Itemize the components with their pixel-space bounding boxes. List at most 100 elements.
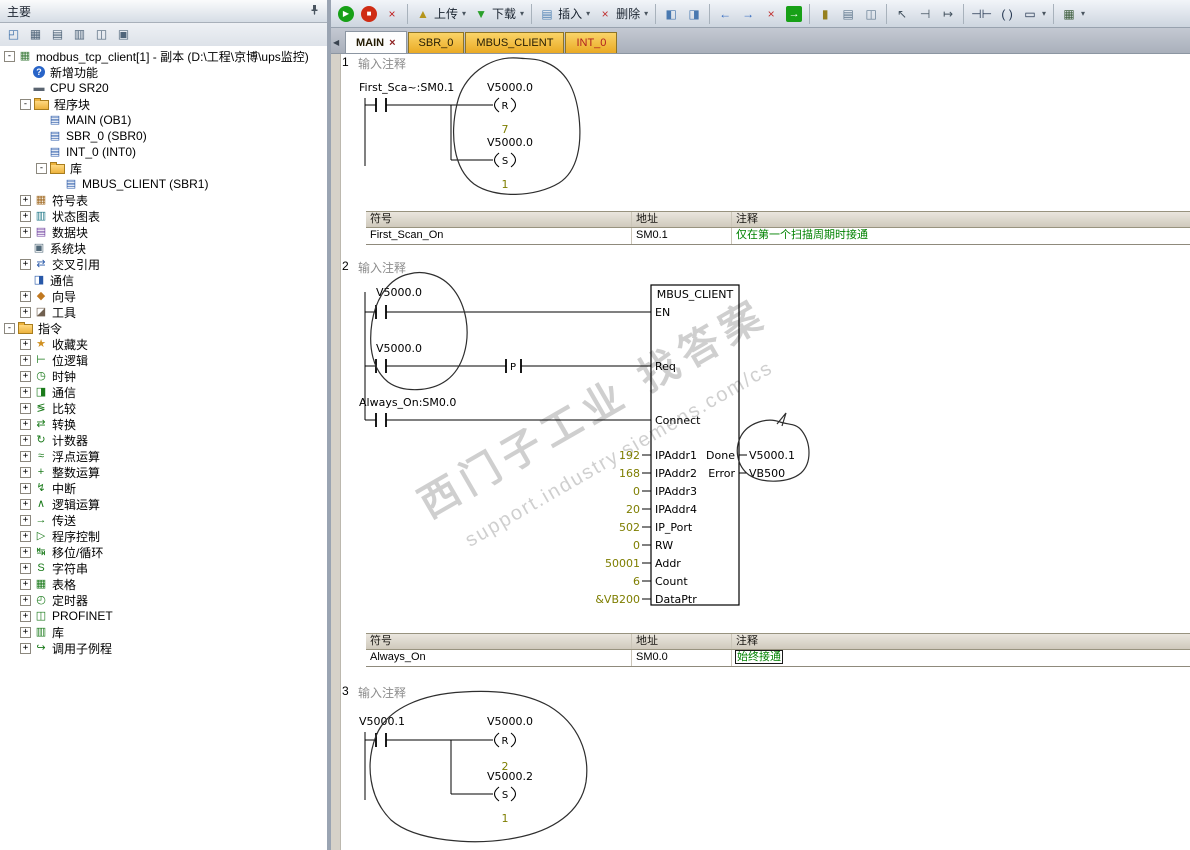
tree-item[interactable]: ? 新增功能 (0, 64, 327, 80)
expand-icon[interactable]: + (20, 610, 31, 622)
tree-item[interactable]: + ≶ 比较 (0, 400, 327, 416)
view-output-icon[interactable]: ▣ (115, 26, 132, 43)
view-chart-icon[interactable]: ◫ (93, 26, 110, 43)
symbol-cell[interactable]: First_Scan_On (366, 228, 632, 244)
param-value[interactable]: 0 (633, 485, 640, 498)
expand-icon[interactable]: + (20, 210, 31, 222)
output-operand[interactable]: V5000.1 (749, 449, 795, 462)
collapse-icon[interactable]: - (4, 322, 15, 334)
expand-icon[interactable]: + (20, 482, 31, 494)
tab-main[interactable]: MAIN × (345, 31, 407, 53)
expand-icon[interactable]: + (20, 226, 31, 238)
tree-item[interactable]: + ↯ 中断 (0, 480, 327, 496)
tree-item[interactable]: + ◴ 定时器 (0, 592, 327, 608)
expand-icon[interactable]: + (20, 466, 31, 478)
param-value[interactable]: 20 (626, 503, 640, 516)
contact-v5000-1[interactable]: V5000.1 (359, 715, 493, 747)
tree-item[interactable]: + ▷ 程序控制 (0, 528, 327, 544)
properties-button[interactable]: ▤ (837, 4, 859, 24)
bookmark-button[interactable]: ◧ (660, 4, 682, 24)
param-value[interactable]: 502 (619, 521, 640, 534)
param-value[interactable]: &VB200 (595, 593, 640, 606)
expand-icon[interactable]: + (20, 642, 31, 654)
tab-sbr_0[interactable]: SBR_0 (407, 32, 465, 53)
expand-icon[interactable]: + (20, 498, 31, 510)
tree-item[interactable]: ▣ 系统块 (0, 240, 327, 256)
tree-item[interactable]: + ◆ 向导 (0, 288, 327, 304)
tree-item[interactable]: + ◷ 时钟 (0, 368, 327, 384)
param-value[interactable]: 50001 (605, 557, 640, 570)
expand-icon[interactable]: + (20, 434, 31, 446)
tree-item[interactable]: ▬ CPU SR20 (0, 80, 327, 96)
expand-icon[interactable]: + (20, 370, 31, 382)
expand-icon[interactable]: + (20, 290, 31, 302)
expand-icon[interactable]: + (20, 306, 31, 318)
expand-icon[interactable]: + (20, 418, 31, 430)
tree-item[interactable]: + ▤ 数据块 (0, 224, 327, 240)
expand-icon[interactable]: + (20, 194, 31, 206)
download-button[interactable]: ▼ 下载 ▾ (470, 3, 527, 24)
tree-item[interactable]: + ◨ 通信 (0, 384, 327, 400)
param-value[interactable]: 6 (633, 575, 640, 588)
tree-item[interactable]: ▤ MAIN (OB1) (0, 112, 327, 128)
expand-icon[interactable]: + (20, 450, 31, 462)
tree-item[interactable]: + ▥ 库 (0, 624, 327, 640)
column-header-symbol[interactable]: 符号 (366, 212, 632, 227)
collapse-icon[interactable]: - (20, 98, 31, 110)
insert-contact-button[interactable]: ⊣⊢ (968, 4, 995, 24)
tree-item[interactable]: + ▦ 表格 (0, 576, 327, 592)
tree-item[interactable]: + ↹ 移位/循环 (0, 544, 327, 560)
clear-button[interactable]: × (760, 4, 782, 24)
goto-button[interactable]: → (783, 4, 805, 24)
tree-item[interactable]: + ∧ 逻辑运算 (0, 496, 327, 512)
coil-reset[interactable]: V5000.0 R 7 (487, 81, 533, 136)
tree-item[interactable]: + → 传送 (0, 512, 327, 528)
tree-item[interactable]: ▤ SBR_0 (SBR0) (0, 128, 327, 144)
insert-coil-button[interactable]: ( ) (996, 4, 1018, 24)
param-value[interactable]: 192 (619, 449, 640, 462)
tree-item[interactable]: ▤ INT_0 (INT0) (0, 144, 327, 160)
param-value[interactable]: 0 (633, 539, 640, 552)
tree-item[interactable]: - 指令 (0, 320, 327, 336)
run-button[interactable]: ▶ (335, 4, 357, 24)
selected-comment[interactable]: 始终接通 (735, 650, 783, 664)
view-status-icon[interactable]: ▤ (49, 26, 66, 43)
previous-button[interactable]: ← (714, 4, 736, 24)
tree-item[interactable]: ▤ MBUS_CLIENT (SBR1) (0, 176, 327, 192)
contact-en[interactable]: V5000.0 (365, 286, 651, 319)
view-symbols-icon[interactable]: ▦ (27, 26, 44, 43)
coil-set[interactable]: V5000.0 S 1 (487, 136, 533, 191)
param-value[interactable]: 168 (619, 467, 640, 480)
expand-icon[interactable]: + (20, 354, 31, 366)
tree-item[interactable]: + + 整数运算 (0, 464, 327, 480)
view-project-icon[interactable]: ◰ (5, 26, 22, 43)
expand-icon[interactable]: + (20, 562, 31, 574)
column-header-comment[interactable]: 注释 (732, 212, 1190, 227)
expand-icon[interactable]: + (20, 578, 31, 590)
box-output-values[interactable]: V5000.1 VB500 (739, 449, 795, 480)
tab-scroll-left-icon[interactable]: ◀ (333, 38, 344, 47)
comment-cell[interactable]: 仅在第一个扫描周期时接通 (732, 228, 1190, 244)
contact-first-scan[interactable]: First_Sca~:SM0.1 (359, 81, 493, 112)
column-header-address[interactable]: 地址 (632, 634, 732, 649)
tree-item[interactable]: + ⊢ 位逻辑 (0, 352, 327, 368)
tree-item[interactable]: + ★ 收藏夹 (0, 336, 327, 352)
coil-reset[interactable]: V5000.0 R 2 (487, 715, 533, 773)
box-input-values[interactable]: 192 168 0 20 502 0 50001 6 &VB200 (595, 449, 651, 606)
address-cell[interactable]: SM0.1 (632, 228, 732, 244)
tab-close-icon[interactable]: × (389, 37, 395, 49)
column-header-symbol[interactable]: 符号 (366, 634, 632, 649)
function-block-mbus-client[interactable]: MBUS_CLIENT EN Req Connect IPAddr1 IPAdd… (650, 284, 740, 606)
delete-button[interactable]: × 删除 ▾ (594, 3, 651, 24)
tree-item[interactable]: - ▦ modbus_tcp_client[1] - 副本 (D:\工程\京博\up… (0, 48, 327, 64)
contact-req[interactable]: V5000.0 (365, 342, 506, 373)
protect-button[interactable]: ▮ (814, 4, 836, 24)
ladder-view-button[interactable]: ▦ ▾ (1058, 4, 1088, 24)
edge-contact-p[interactable]: P (505, 359, 651, 373)
expand-icon[interactable]: + (20, 594, 31, 606)
view-data-icon[interactable]: ▥ (71, 26, 88, 43)
dropdown-arrow-icon[interactable]: ▾ (1042, 9, 1046, 18)
tree-item[interactable]: + ◫ PROFINET (0, 608, 327, 624)
dropdown-arrow-icon[interactable]: ▾ (520, 9, 524, 18)
network-comment[interactable]: 输入注释 (358, 684, 406, 701)
